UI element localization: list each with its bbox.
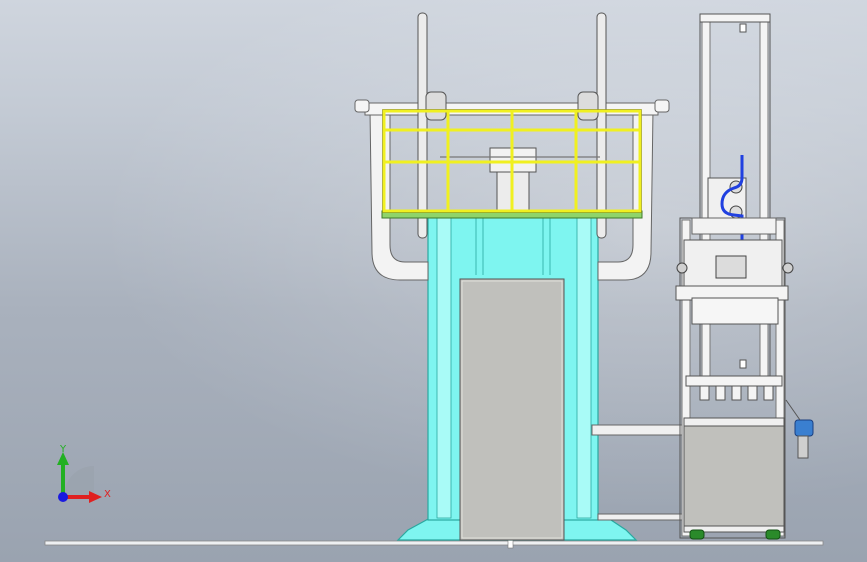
caster-wheel bbox=[689, 529, 705, 540]
x-axis-label: X bbox=[104, 489, 111, 500]
ground-line bbox=[44, 540, 824, 546]
wheel-right bbox=[577, 12, 607, 239]
cabinet-panel[interactable] bbox=[459, 278, 565, 541]
connecting-bar bbox=[597, 513, 683, 521]
coordinate-triad[interactable]: Y X bbox=[57, 444, 111, 503]
z-axis-dot bbox=[58, 492, 68, 502]
column-rib bbox=[576, 217, 592, 519]
y-axis-label: Y bbox=[59, 444, 67, 455]
gauge-icon bbox=[794, 419, 814, 459]
side-unit[interactable] bbox=[675, 13, 814, 540]
model-drawing[interactable]: Y X bbox=[0, 0, 867, 562]
ground-marker bbox=[507, 539, 514, 549]
connecting-bar bbox=[591, 424, 683, 436]
wheel-left bbox=[417, 12, 447, 239]
press-assembly[interactable] bbox=[354, 12, 670, 541]
fork-teeth bbox=[685, 375, 783, 401]
cad-viewport[interactable]: Y X bbox=[0, 0, 867, 562]
lower-cabinet bbox=[683, 421, 785, 531]
column-rib bbox=[436, 217, 452, 519]
caster-wheel bbox=[765, 529, 781, 540]
